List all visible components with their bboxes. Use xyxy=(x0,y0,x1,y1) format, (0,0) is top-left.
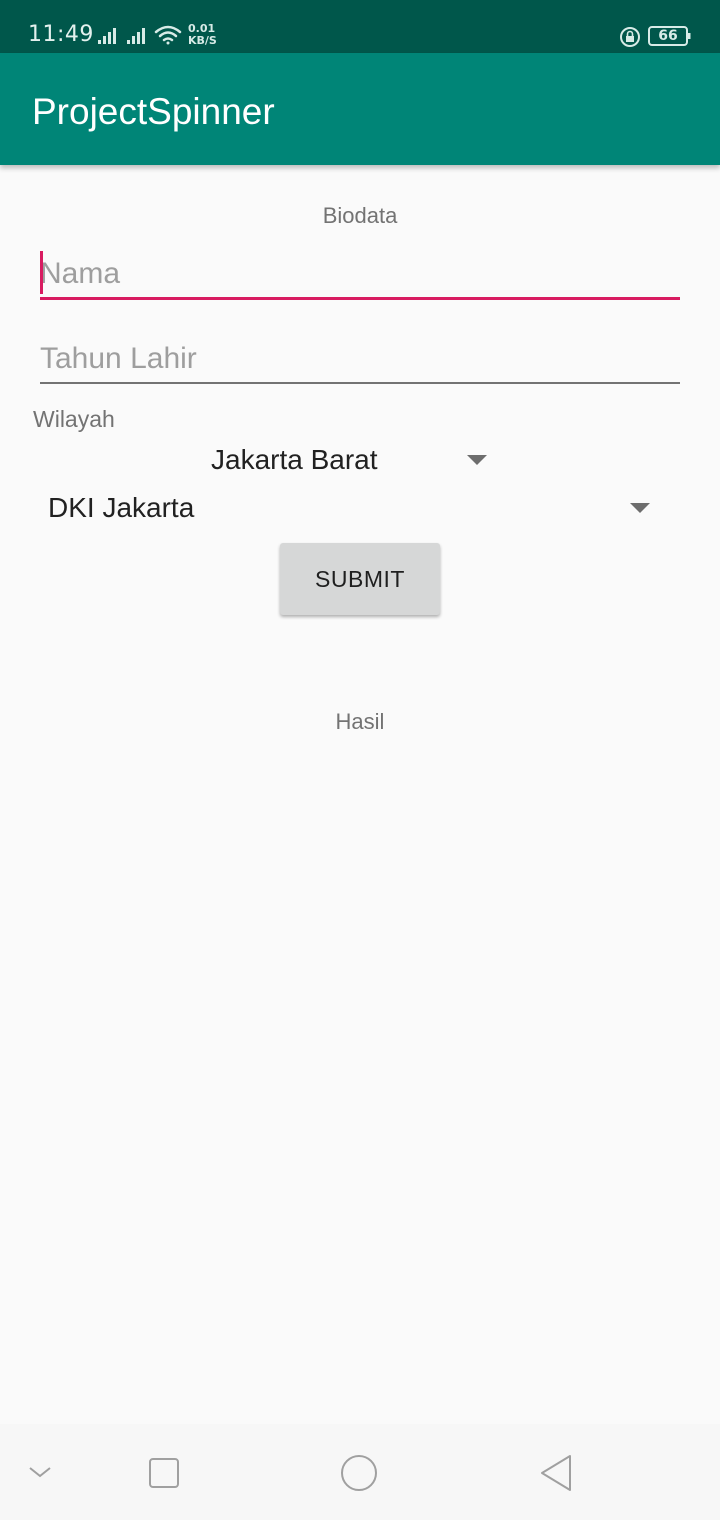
submit-button[interactable]: SUBMIT xyxy=(280,543,440,615)
signal-icon-2 xyxy=(127,28,145,44)
province-spinner-value: DKI Jakarta xyxy=(48,492,195,523)
wifi-icon xyxy=(154,25,182,45)
name-input[interactable] xyxy=(40,254,680,294)
network-speed: 0.01 KB/S xyxy=(188,23,217,47)
birth-year-input[interactable] xyxy=(40,339,680,379)
chevron-down-icon[interactable] xyxy=(28,1464,52,1480)
app-bar: ProjectSpinner xyxy=(0,53,720,165)
rotation-lock-icon xyxy=(620,27,640,47)
signal-icon-1 xyxy=(98,28,116,44)
province-spinner-dropdown-icon xyxy=(630,503,650,513)
status-bar: 11:49 0.01 KB/S 66 xyxy=(0,0,720,53)
biodata-heading: Biodata xyxy=(322,203,398,228)
result-label: Hasil xyxy=(335,709,385,734)
city-spinner-dropdown-icon xyxy=(467,455,487,465)
city-spinner-value: Jakarta Barat xyxy=(211,444,378,475)
region-label: Wilayah xyxy=(33,406,115,432)
submit-button-label: SUBMIT xyxy=(315,565,405,592)
birth-year-input-underline xyxy=(40,382,680,384)
status-time: 11:49 xyxy=(28,22,94,47)
province-spinner[interactable]: DKI Jakarta xyxy=(40,484,670,532)
signal-wifi-icons xyxy=(98,25,182,45)
battery-level: 66 xyxy=(658,28,678,44)
city-spinner[interactable]: Jakarta Barat xyxy=(200,436,500,484)
name-input-underline xyxy=(40,297,680,300)
back-triangle-icon[interactable] xyxy=(538,1454,574,1492)
network-speed-unit: KB/S xyxy=(188,34,217,47)
app-title: ProjectSpinner xyxy=(32,91,275,132)
navigation-bar xyxy=(0,1424,720,1520)
recents-square-icon[interactable] xyxy=(148,1457,180,1489)
home-circle-icon[interactable] xyxy=(340,1454,378,1492)
text-cursor xyxy=(40,251,43,294)
